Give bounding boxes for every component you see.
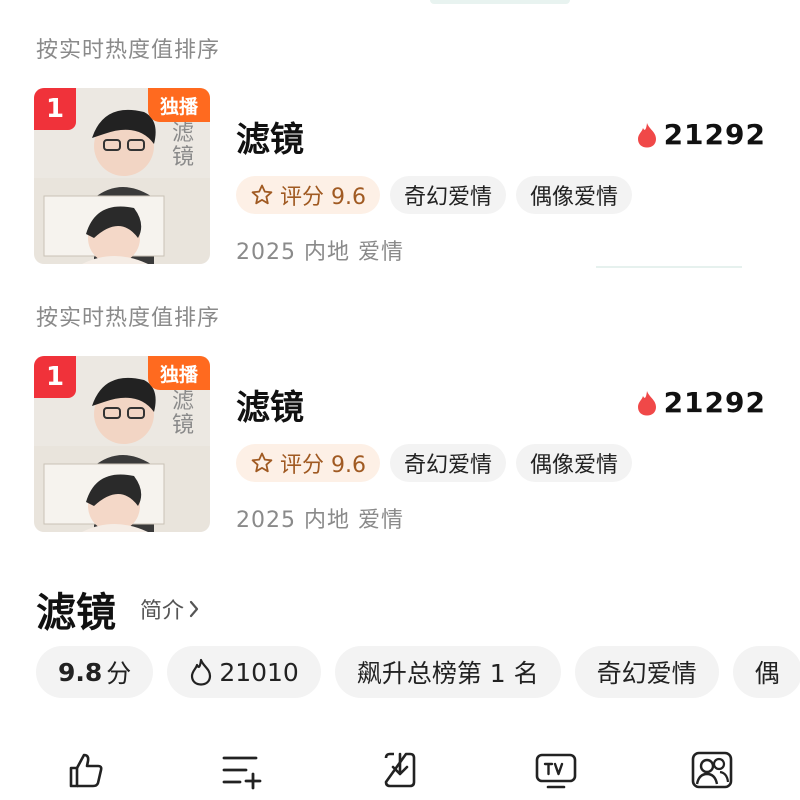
divider xyxy=(596,266,742,268)
flame-icon xyxy=(637,390,656,415)
exclusive-badge: 独播 xyxy=(148,356,210,390)
score-label: 评分 9.6 xyxy=(280,453,366,478)
show-meta: 2025 内地 爱情 xyxy=(236,240,404,265)
score-tag: 评分 9.6 xyxy=(236,444,380,482)
heat-value: 21292 xyxy=(636,386,766,419)
score-label: 评分 9.6 xyxy=(280,185,366,210)
sort-label: 按实时热度值排序 xyxy=(36,306,221,331)
add-to-list-button[interactable] xyxy=(220,748,264,792)
info-chip-row: 9.8 分 21010 飙升总榜第 1 名 奇幻爱情 偶 xyxy=(36,646,800,698)
rank-badge: 1 xyxy=(34,88,76,130)
watch-together-button[interactable] xyxy=(690,748,734,792)
show-title[interactable]: 滤镜 xyxy=(236,112,304,161)
star-outline-icon xyxy=(251,184,273,205)
flame-outline-icon xyxy=(191,658,212,686)
heat-value: 21292 xyxy=(636,118,766,151)
sort-label: 按实时热度值排序 xyxy=(36,38,221,63)
intro-label: 简介 xyxy=(140,599,185,624)
thumbs-up-icon xyxy=(69,753,103,788)
like-button[interactable] xyxy=(64,748,108,792)
genre-tag[interactable]: 偶像爱情 xyxy=(516,176,633,214)
exclusive-badge: 独播 xyxy=(148,88,210,122)
action-bar xyxy=(0,740,800,800)
score-chip[interactable]: 9.8 分 xyxy=(36,646,154,698)
star-outline-icon xyxy=(251,452,273,473)
genre-tag[interactable]: 奇幻爱情 xyxy=(389,176,506,214)
tag-row: 评分 9.6 奇幻爱情 偶像爱情 xyxy=(236,444,633,482)
rank-chip[interactable]: 飙升总榜第 1 名 xyxy=(334,646,561,698)
ranking-card[interactable]: 滤镜 1 独播 滤镜 21292 评分 9.6 奇幻爱情 偶像爱情 2025 内… xyxy=(0,356,800,536)
heat-number: 21292 xyxy=(663,118,766,151)
genre-tag[interactable]: 偶像爱情 xyxy=(516,444,633,482)
heat-number: 21292 xyxy=(663,386,766,419)
ranking-card[interactable]: 滤镜 1 独播 滤镜 21292 评分 9.6 奇幻爱情 偶像爱情 2025 内… xyxy=(0,88,800,268)
genre-chip-overflow[interactable]: 偶 xyxy=(732,646,800,698)
tv-cast-icon xyxy=(535,753,577,789)
heat-chip[interactable]: 21010 xyxy=(167,646,321,698)
poster-image[interactable]: 滤镜 1 独播 xyxy=(34,88,210,264)
poster-title-art: 滤镜 xyxy=(172,389,195,438)
intro-link[interactable]: 简介 xyxy=(140,593,200,625)
show-title[interactable]: 滤镜 xyxy=(236,380,304,429)
download-button[interactable] xyxy=(378,748,422,792)
show-meta: 2025 内地 爱情 xyxy=(236,508,404,533)
tag-row: 评分 9.6 奇幻爱情 偶像爱情 xyxy=(236,176,633,214)
watch-together-icon xyxy=(691,751,733,789)
poster-image[interactable]: 滤镜 1 独播 xyxy=(34,356,210,532)
score-value: 9.8 xyxy=(58,657,103,687)
poster-title-art: 滤镜 xyxy=(172,121,195,170)
flame-icon xyxy=(637,122,656,147)
chevron-right-icon xyxy=(189,600,199,618)
score-tag: 评分 9.6 xyxy=(236,176,380,214)
detail-title: 滤镜 xyxy=(36,590,116,636)
tv-cast-button[interactable] xyxy=(534,748,578,792)
score-unit: 分 xyxy=(106,659,132,688)
download-icon xyxy=(384,752,416,788)
heat-chip-value: 21010 xyxy=(219,657,299,687)
top-decoration xyxy=(430,0,570,4)
rank-badge: 1 xyxy=(34,356,76,398)
add-to-playlist-icon xyxy=(222,756,262,790)
genre-chip[interactable]: 奇幻爱情 xyxy=(574,646,719,698)
genre-tag[interactable]: 奇幻爱情 xyxy=(389,444,506,482)
